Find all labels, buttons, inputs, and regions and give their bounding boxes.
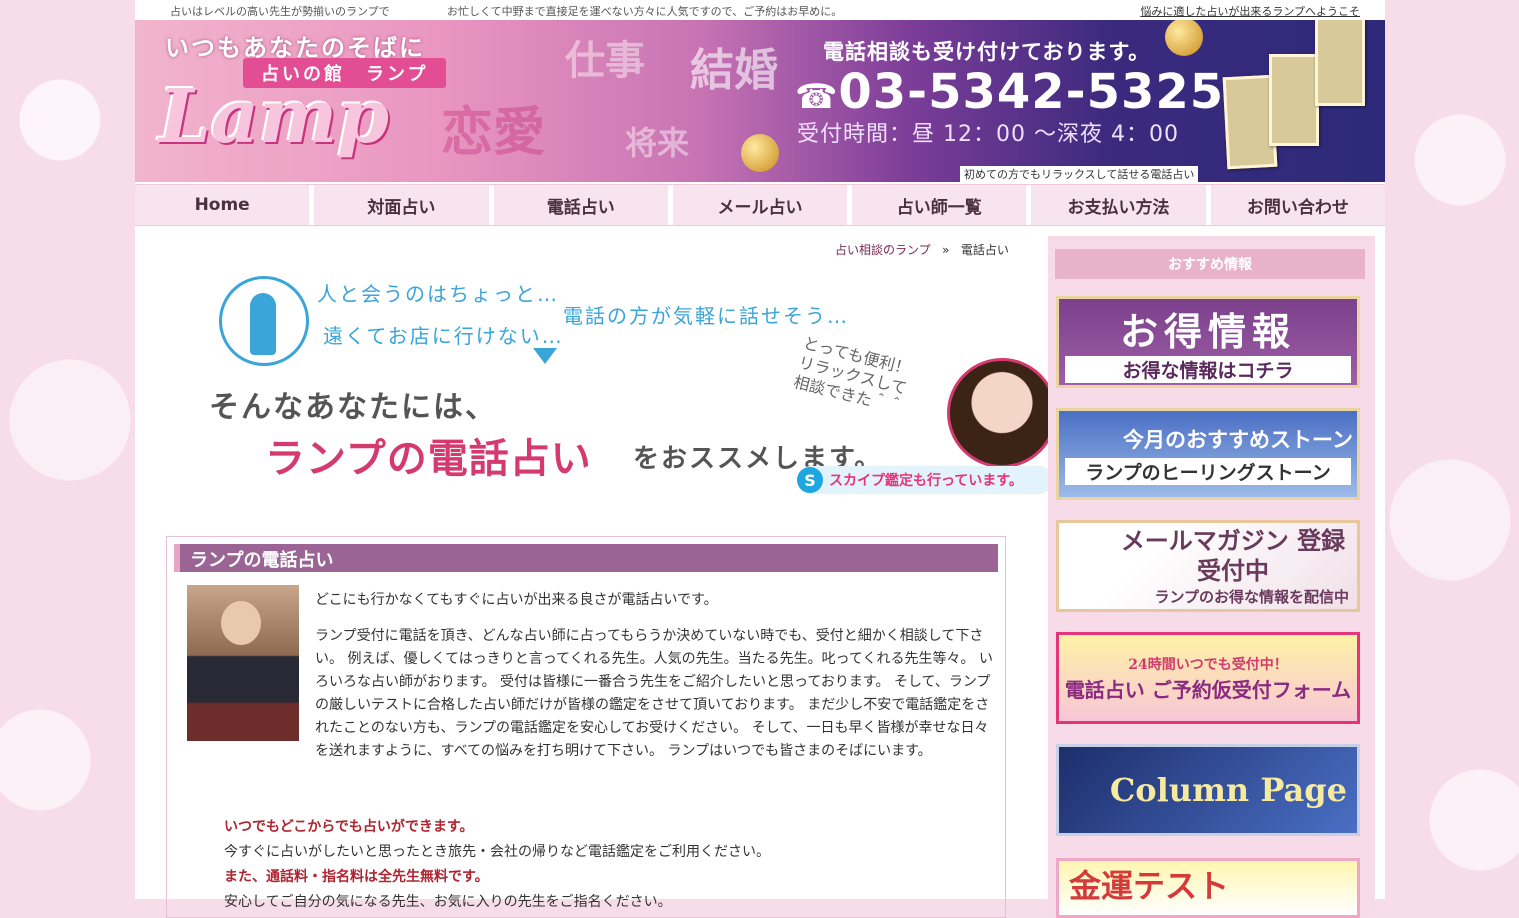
phone-icon: ☎: [795, 77, 839, 117]
nav-mail[interactable]: メール占い: [673, 185, 853, 225]
nav-phone[interactable]: 電話占い: [494, 185, 673, 225]
skype-badge: S スカイプ鑑定も行っています。: [797, 466, 1053, 494]
page-container: 占いはレベルの高い先生が勢揃いのランプで お忙しくて中野まで直接足を運べない方々…: [135, 0, 1385, 918]
nav-contact[interactable]: お問い合わせ: [1211, 185, 1385, 225]
coin-icon: [1165, 20, 1203, 56]
fortune-teller-photo: [187, 585, 299, 741]
banner-column-title: Column Page: [1109, 771, 1347, 809]
highlight-text-2: 安心してご自分の気になる先生、お気に入りの先生をご指名ください。: [224, 894, 672, 910]
article-highlights: いつでもどこからでも占いができます。 今すぐに占いがしたいと思ったとき旅先・会社…: [224, 815, 984, 915]
banner-newsletter-title: メールマガジン 登録受付中: [1120, 525, 1346, 585]
main-nav: Home 対面占い 電話占い メール占い 占い師一覧 お支払い方法 お問い合わせ: [135, 184, 1385, 226]
article-paragraph-1: どこにも行かなくてもすぐに占いが出来る良さが電話占いです。: [315, 592, 718, 608]
nav-fortune-tellers[interactable]: 占い師一覧: [852, 185, 1032, 225]
sidebar-banner-deals[interactable]: お得情報 お得な情報はコチラ: [1056, 296, 1360, 388]
person-icon: [219, 276, 309, 366]
skype-icon: S: [797, 467, 823, 493]
site-logo[interactable]: Lamp: [159, 74, 389, 160]
breadcrumb-separator: »: [942, 243, 950, 257]
phone-lead-text: 電話相談も受け付けております。: [823, 40, 1151, 64]
banner-line-1: 人と会うのはちょっと…: [317, 282, 559, 306]
site-header: いつもあなたのそばに 占いの館 ランプ Lamp 仕事 結婚 恋愛 将来 電話相…: [135, 20, 1385, 182]
phone-number-text: 03-5342-5325: [838, 64, 1225, 120]
topbar-welcome-link[interactable]: 悩みに適した占いが出来るランプへようこそ: [1140, 3, 1360, 19]
header-tagline: 初めての方でもリラックスして話せる電話占い: [960, 166, 1199, 182]
banner-reservation-title: 24時間いつでも受付中！: [1128, 656, 1288, 673]
article-heading: ランプの電話占い: [190, 550, 334, 571]
banner-deals-title: お得情報: [1119, 309, 1296, 354]
sidebar-banner-stone[interactable]: 今月のおすすめストーン ランプのヒーリングストーン: [1056, 408, 1360, 500]
banner-newsletter-sub: ランプのお得な情報を配信中: [1154, 587, 1349, 606]
breadcrumb-current: 電話占い: [960, 243, 1009, 257]
highlight-text-1: 今すぐに占いがしたいと思ったとき旅先・会社の帰りなど電話鑑定をご利用ください。: [224, 844, 770, 860]
sidebar-banner-column[interactable]: Column Page: [1056, 744, 1360, 836]
nav-home[interactable]: Home: [135, 185, 315, 225]
arrow-down-icon: [533, 348, 557, 364]
banner-line-3: 電話の方が気軽に話せそう…: [563, 304, 849, 328]
sidebar-banner-newsletter[interactable]: メールマガジン 登録受付中 ランプのお得な情報を配信中: [1056, 520, 1360, 612]
banner-note: とっても便利！ リラックスして 相談できた＾＾: [791, 333, 913, 418]
banner-headline: ランプの電話占い: [265, 436, 592, 482]
nav-face-to-face[interactable]: 対面占い: [314, 185, 494, 225]
skype-text: スカイプ鑑定も行っています。: [829, 473, 1023, 489]
banner-fortune-test-title: 金運テスト: [1069, 867, 1230, 905]
article-box: ランプの電話占い どこにも行かなくてもすぐに占いが出来る良さが電話占いです。 ラ…: [166, 536, 1006, 918]
banner-line-2: 遠くてお店に行けない…: [323, 324, 564, 348]
keyword-love: 恋愛: [441, 102, 546, 163]
keyword-work: 仕事: [565, 37, 645, 84]
banner-reservation-sub: 電話占い ご予約仮受付フォーム: [1064, 677, 1352, 702]
article-heading-bar: ランプの電話占い: [174, 544, 998, 572]
tarot-card-image: [1315, 20, 1365, 106]
article-body: どこにも行かなくてもすぐに占いが出来る良さが電話占いです。 ランプ受付に電話を頂…: [315, 589, 995, 776]
article-paragraph-2: ランプ受付に電話を頂き、どんな占い師に占ってもらうか決めていない時でも、受付と細…: [315, 628, 993, 759]
topbar-middle-text: お忙しくて中野まで直接足を運べない方々に人気ですので、ご予約はお早めに。: [447, 5, 843, 18]
sidebar-banner-fortune-test[interactable]: 金運テスト: [1056, 858, 1360, 918]
topbar-left-text: 占いはレベルの高い先生が勢揃いのランプで: [170, 5, 390, 18]
tarot-card-image: [1269, 54, 1319, 146]
business-hours: 受付時間：昼 12：00 ～深夜 4：00: [797, 122, 1179, 147]
breadcrumb-home-link[interactable]: 占い相談のランプ: [835, 243, 931, 257]
nav-payment[interactable]: お支払い方法: [1031, 185, 1211, 225]
coin-icon: [741, 134, 779, 172]
sidebar-heading: おすすめ情報: [1055, 249, 1365, 279]
keyword-future: 将来: [625, 124, 690, 162]
highlight-heading-1: いつでもどこからでも占いができます。: [224, 819, 474, 835]
sidebar-banner-reservation[interactable]: 24時間いつでも受付中！ 電話占い ご予約仮受付フォーム: [1056, 632, 1360, 724]
breadcrumb: 占い相談のランプ » 電話占い: [835, 241, 1009, 258]
banner-stone-sub: ランプのヒーリングストーン: [1065, 457, 1351, 485]
woman-on-phone-photo: [947, 358, 1057, 468]
phone-number[interactable]: ☎03-5342-5325: [795, 64, 1224, 120]
highlight-heading-2: また、通話料・指名料は全先生無料です。: [224, 869, 489, 885]
banner-stone-title: 今月のおすすめストーン: [1123, 426, 1353, 452]
banner-line-4: そんなあなたには、: [209, 390, 497, 425]
phone-fortune-banner: 人と会うのはちょっと… 遠くてお店に行けない… 電話の方が気軽に話せそう… そん…: [175, 266, 1057, 506]
keyword-marriage: 結婚: [690, 45, 778, 96]
banner-deals-sub: お得な情報はコチラ: [1065, 356, 1351, 383]
top-bar: 占いはレベルの高い先生が勢揃いのランプで お忙しくて中野まで直接足を運べない方々…: [135, 0, 1385, 20]
